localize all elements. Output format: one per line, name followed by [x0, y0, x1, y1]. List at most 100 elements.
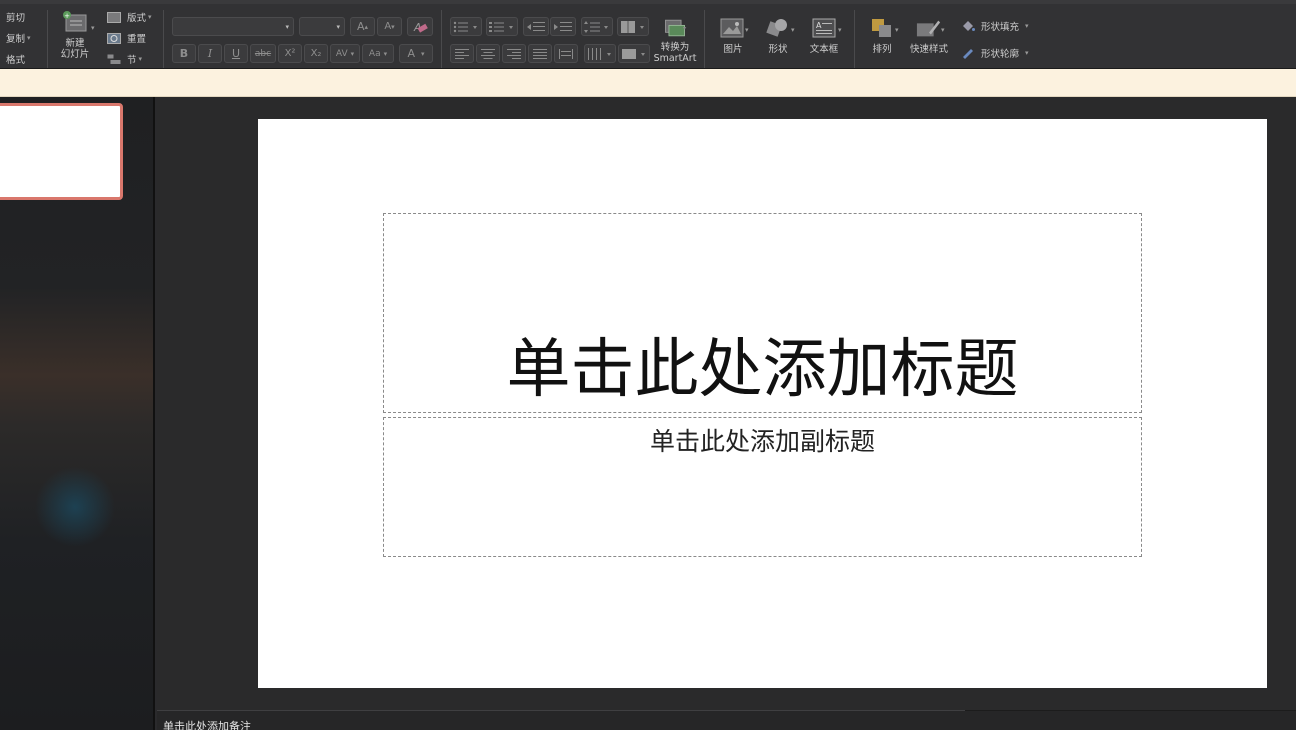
chevron-down-icon[interactable]: ▾ [895, 26, 899, 34]
new-slide-label-line2: 幻灯片 [60, 49, 90, 60]
subscript-button[interactable]: X₂ [304, 44, 328, 63]
svg-text:+: + [64, 12, 70, 20]
shape-fill-label: 形状填充 [981, 22, 1020, 33]
arrange-label: 排列 [872, 44, 892, 55]
cut-button[interactable]: 剪切 [6, 10, 25, 24]
section-button[interactable]: 节 ▾ [107, 52, 142, 66]
textbox-icon: A [811, 16, 837, 40]
subtitle-placeholder[interactable]: 单击此处添加副标题 [383, 417, 1142, 557]
character-spacing-label: AV [335, 48, 348, 59]
shape-fill-button[interactable]: 形状填充 ▾ [961, 19, 1029, 33]
arrange-button[interactable]: 排列 [862, 16, 902, 55]
decrease-indent-button[interactable] [523, 17, 549, 36]
chevron-down-icon[interactable]: ▾ [27, 34, 31, 42]
font-family-dropdown[interactable]: ▾ [172, 17, 294, 36]
superscript-button[interactable]: X² [278, 44, 302, 63]
justify-button[interactable] [528, 44, 552, 63]
align-center-button[interactable] [476, 44, 500, 63]
change-case-button[interactable]: Aa ▾ [362, 44, 394, 63]
divider [163, 10, 164, 68]
align-left-button[interactable] [450, 44, 474, 63]
superscript-label: X² [284, 48, 296, 59]
chevron-down-icon: ▾ [148, 13, 152, 21]
line-spacing-icon [584, 20, 608, 33]
align-text-button[interactable] [618, 44, 650, 63]
picture-label: 图片 [723, 44, 743, 55]
numbered-list-icon [489, 21, 513, 32]
text-direction-button[interactable] [584, 44, 616, 63]
strikethrough-button[interactable]: abc [250, 44, 276, 63]
numbering-button[interactable] [486, 17, 518, 36]
clear-formatting-icon: A [413, 21, 428, 34]
layout-button[interactable]: 版式 ▾ [107, 10, 152, 24]
italic-label: I [207, 47, 213, 60]
title-placeholder-text: 单击此处添加标题 [506, 333, 1019, 407]
font-size-dropdown[interactable]: ▾ [299, 17, 345, 36]
picture-icon [720, 16, 746, 40]
caret-up-icon: ▴ [364, 22, 369, 31]
layout-label: 版式 [127, 13, 147, 24]
chevron-down-icon[interactable]: ▾ [838, 26, 842, 34]
character-spacing-button[interactable]: AV ▾ [330, 44, 360, 63]
distributed-button[interactable] [554, 44, 578, 63]
bullets-button[interactable] [450, 17, 482, 36]
section-label: 节 [127, 55, 137, 66]
chevron-down-icon: ▾ [1025, 49, 1029, 57]
grow-font-button[interactable]: A ▴ [350, 17, 375, 36]
bold-button[interactable]: B [172, 44, 196, 63]
insert-textbox-button[interactable]: A 文本框 [804, 16, 844, 55]
ribbon: 剪切 复制 ▾ 格式 + 新建 幻灯片 ▾ 版式 ▾ 重置 节 ▾ ▾ ▾ A ▴ [0, 0, 1296, 69]
clear-formatting-button[interactable]: A [407, 17, 433, 36]
copy-button[interactable]: 复制 ▾ [6, 31, 31, 45]
chevron-down-icon[interactable]: ▾ [745, 26, 749, 34]
copy-label: 复制 [6, 34, 26, 45]
chevron-down-icon[interactable]: ▾ [791, 26, 795, 34]
shape-label: 形状 [768, 44, 788, 55]
notes-pane[interactable]: 单击此处添加备注 [157, 710, 1296, 730]
slide-thumbnail-pane [0, 97, 155, 730]
shrink-font-button[interactable]: A ▾ [377, 17, 402, 36]
columns-button[interactable] [617, 17, 649, 36]
cut-label: 剪切 [6, 13, 26, 24]
chevron-down-icon: ▾ [138, 55, 143, 63]
italic-button[interactable]: I [198, 44, 222, 63]
shape-outline-button[interactable]: 形状轮廓 ▾ [961, 46, 1029, 60]
divider [854, 10, 855, 68]
format-painter-button[interactable]: 格式 [6, 52, 25, 66]
divider [704, 10, 705, 68]
title-placeholder[interactable]: 单击此处添加标题 [383, 213, 1142, 413]
convert-to-smartart-button[interactable]: 转换为 SmartArt [652, 16, 698, 64]
slide-thumbnail-1[interactable] [0, 103, 123, 200]
chevron-down-icon[interactable]: ▾ [91, 24, 95, 32]
insert-picture-button[interactable]: 图片 [713, 16, 753, 55]
chevron-down-icon: ▾ [285, 23, 289, 31]
strikethrough-label: abc [254, 48, 272, 59]
divider [441, 10, 442, 68]
quick-styles-button[interactable]: 快速样式 [906, 16, 952, 55]
font-color-button[interactable]: A ▾ [399, 44, 433, 63]
svg-text:A: A [816, 21, 822, 30]
line-spacing-button[interactable] [581, 17, 613, 36]
align-right-button[interactable] [502, 44, 526, 63]
change-case-label: Aa [368, 48, 381, 59]
shape-outline-label: 形状轮廓 [981, 49, 1020, 60]
increase-indent-button[interactable] [550, 17, 576, 36]
insert-shape-button[interactable]: 形状 [758, 16, 798, 55]
slide-canvas[interactable]: 单击此处添加标题 单击此处添加副标题 [258, 119, 1267, 688]
text-direction-icon [588, 47, 611, 60]
justify-icon [533, 48, 547, 59]
chevron-down-icon: ▾ [350, 49, 355, 58]
bulleted-list-icon [453, 21, 477, 32]
section-icon [107, 54, 121, 64]
underline-button[interactable]: U [224, 44, 248, 63]
subtitle-placeholder-text: 单击此处添加副标题 [649, 427, 875, 456]
new-slide-button[interactable]: + 新建 幻灯片 [56, 10, 94, 60]
pencil-icon [963, 49, 973, 59]
reset-button[interactable]: 重置 [107, 31, 146, 45]
reset-icon [107, 32, 121, 44]
chevron-down-icon: ▾ [383, 49, 388, 58]
new-slide-label-line1: 新建 [65, 38, 85, 49]
chevron-down-icon[interactable]: ▾ [941, 26, 945, 34]
decrease-indent-icon [527, 21, 545, 31]
format-label: 格式 [6, 55, 26, 66]
